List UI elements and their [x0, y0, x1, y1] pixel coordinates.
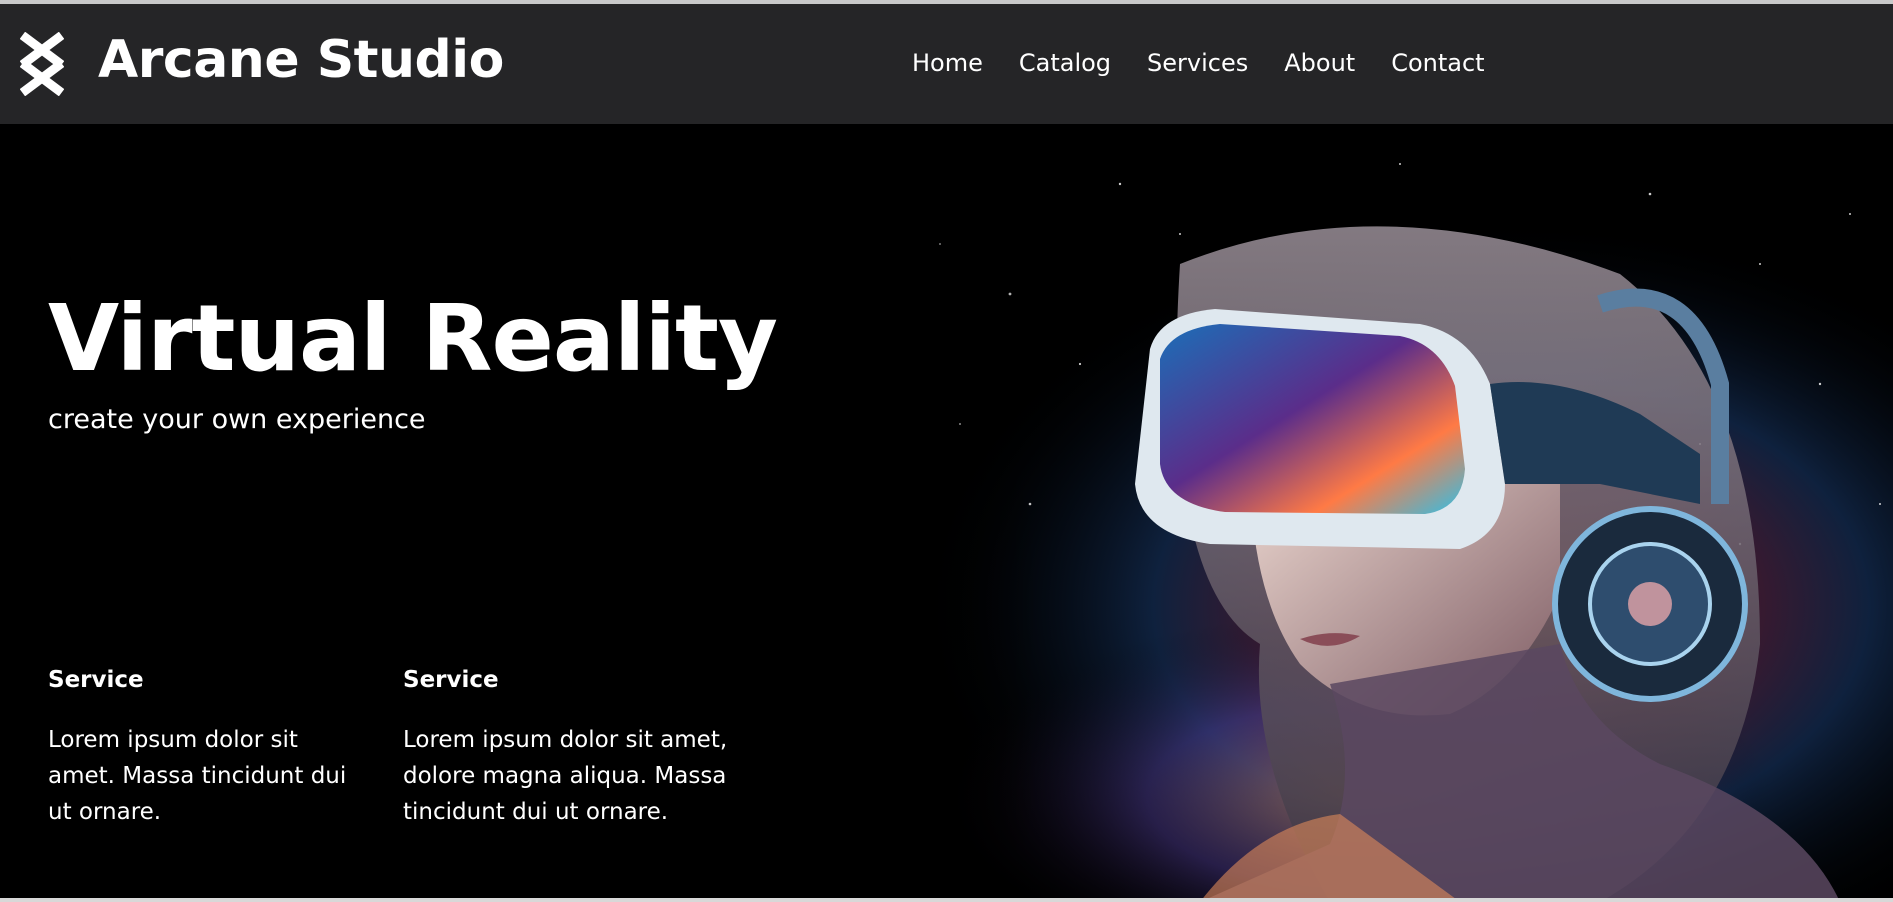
arcane-x-logo-icon[interactable] — [20, 32, 64, 96]
nav-services[interactable]: Services — [1147, 48, 1248, 78]
service-card: Service Lorem ipsum dolor sit amet. Mass… — [48, 666, 348, 830]
hero-content: Virtual Reality create your own experien… — [48, 284, 808, 825]
nav-contact[interactable]: Contact — [1391, 48, 1484, 78]
nav-about[interactable]: About — [1284, 48, 1355, 78]
service-title: Service — [48, 667, 144, 693]
window-bottom-border — [0, 898, 1893, 902]
service-text: Lorem ipsum dolor sit amet. Massa tincid… — [48, 727, 347, 825]
hero-section: Virtual Reality create your own experien… — [0, 124, 1893, 902]
site-header: Arcane Studio Home Catalog Services Abou… — [0, 4, 1893, 124]
hero-title: Virtual Reality — [48, 285, 778, 392]
service-card: Service Lorem ipsum dolor sit amet, dolo… — [403, 666, 743, 830]
service-text: Lorem ipsum dolor sit amet, dolore magna… — [403, 727, 728, 825]
hero-subtitle: create your own experience — [48, 404, 426, 435]
brand-name[interactable]: Arcane Studio — [98, 30, 504, 90]
nav-catalog[interactable]: Catalog — [1019, 48, 1111, 78]
main-nav: Home Catalog Services About Contact — [912, 48, 1521, 78]
nav-home[interactable]: Home — [912, 48, 983, 78]
service-title: Service — [403, 667, 499, 693]
